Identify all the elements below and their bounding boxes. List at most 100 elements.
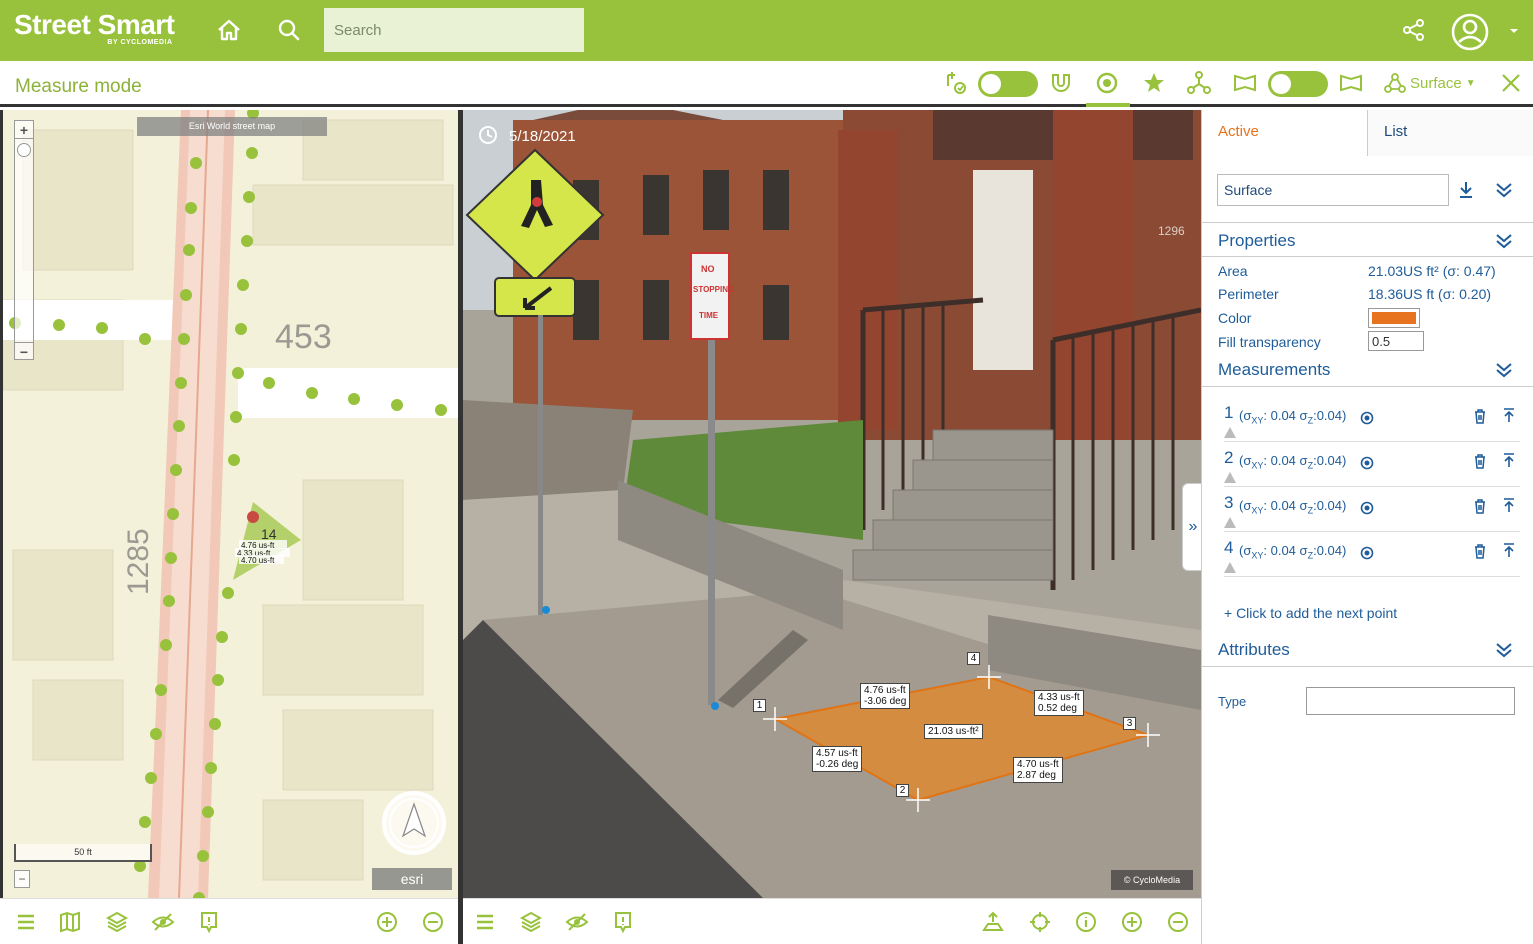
date-history-icon[interactable]: [477, 124, 499, 146]
point-number-3[interactable]: 3: [1123, 717, 1136, 730]
star-measure-icon[interactable]: [1141, 70, 1167, 96]
menu-icon[interactable]: [14, 910, 38, 934]
divider: [1202, 256, 1533, 257]
brand-name: Street Smart: [14, 9, 175, 40]
visibility-off-icon[interactable]: [151, 910, 175, 934]
trash-icon[interactable]: [1473, 453, 1487, 469]
target-icon[interactable]: [1360, 456, 1374, 470]
layers-icon[interactable]: [519, 910, 543, 934]
map-zoom-in-button[interactable]: +: [15, 121, 33, 139]
search-icon[interactable]: [275, 16, 303, 44]
measurement-point-row[interactable]: 3 (σXY: 0.04 σZ:0.04): [1224, 487, 1520, 532]
trash-icon[interactable]: [1473, 408, 1487, 424]
trash-icon[interactable]: [1473, 498, 1487, 514]
report-icon[interactable]: [197, 910, 221, 934]
compass-icon[interactable]: [381, 790, 447, 856]
map-zoom-handle[interactable]: [17, 143, 31, 157]
property-color-label: Color: [1218, 310, 1252, 326]
chevron-double-down-icon[interactable]: [1494, 182, 1514, 198]
chevron-double-down-icon[interactable]: [1494, 642, 1514, 658]
download-icon[interactable]: [1458, 180, 1474, 200]
attributes-title[interactable]: Attributes: [1218, 640, 1290, 660]
home-icon[interactable]: [215, 16, 243, 44]
zoom-in-icon[interactable]: [375, 910, 399, 934]
property-fill-transparency-label: Fill transparency: [1218, 334, 1321, 350]
map-pane[interactable]: 453 1285 14 4.76 us-ft 4.33 us-ft 4.70 u…: [0, 110, 458, 898]
sigma-xy-sub: XY: [1251, 460, 1264, 471]
info-icon[interactable]: [1074, 910, 1098, 934]
property-area-label: Area: [1218, 263, 1248, 279]
tab-list[interactable]: List: [1368, 110, 1533, 156]
menu-icon[interactable]: [473, 910, 497, 934]
measure-toolbar: Measure mode Surface ▼: [0, 61, 1533, 107]
chevron-double-down-icon[interactable]: [1494, 362, 1514, 378]
measurement-name-input[interactable]: [1217, 174, 1449, 206]
map-street-number-453: 453: [275, 318, 332, 356]
point-precision: (σXY: 0.04 σZ:0.04): [1239, 408, 1347, 426]
move-to-top-icon[interactable]: [1502, 452, 1516, 468]
point-number-4[interactable]: 4: [967, 652, 980, 665]
smart-click-toggle[interactable]: [978, 71, 1038, 97]
properties-title[interactable]: Properties: [1218, 231, 1295, 251]
sigma-xy-value: 0.04: [1270, 408, 1296, 423]
magnet-icon[interactable]: [1048, 70, 1074, 96]
surface-left-icon[interactable]: [1232, 70, 1258, 96]
target-icon[interactable]: [1360, 546, 1374, 560]
measurement-point-row[interactable]: 4 (σXY: 0.04 σZ:0.04): [1224, 532, 1520, 577]
locate-icon[interactable]: [1028, 910, 1052, 934]
sigma-z-symbol: σ: [1299, 543, 1308, 558]
search-input[interactable]: [324, 8, 584, 52]
zoom-out-icon[interactable]: [421, 910, 445, 934]
panel-expand-button[interactable]: »: [1182, 483, 1201, 571]
trash-icon[interactable]: [1473, 543, 1487, 559]
visibility-off-icon[interactable]: [565, 910, 589, 934]
cyclomedia-copyright: © CycloMedia: [1111, 870, 1193, 890]
surface-right-icon[interactable]: [1338, 70, 1364, 96]
smart-click-icon[interactable]: [943, 70, 969, 96]
capture-date[interactable]: 5/18/2021: [509, 128, 576, 145]
user-avatar-icon[interactable]: [1450, 12, 1490, 52]
map-collapse-button[interactable]: −: [14, 870, 30, 888]
point-number-2[interactable]: 2: [896, 784, 909, 797]
map-zoom-slider[interactable]: + −: [14, 120, 34, 360]
zoom-out-icon[interactable]: [1166, 910, 1190, 934]
layers-icon[interactable]: [105, 910, 129, 934]
close-icon[interactable]: [1498, 70, 1524, 96]
report-icon[interactable]: [611, 910, 635, 934]
measurements-title[interactable]: Measurements: [1218, 360, 1330, 380]
elevation-icon[interactable]: [981, 910, 1005, 934]
zoom-in-icon[interactable]: [1120, 910, 1144, 934]
map-icon[interactable]: [58, 910, 82, 934]
brand-logo: Street Smart BY CYCLOMEDIA: [14, 9, 175, 47]
sigma-z-symbol: σ: [1299, 453, 1308, 468]
chevron-down-icon[interactable]: [1508, 27, 1520, 35]
point-number-1[interactable]: 1: [753, 699, 766, 712]
measurement-point-row[interactable]: 1 (σXY: 0.04 σZ:0.04): [1224, 397, 1520, 442]
surface-toggle[interactable]: [1268, 71, 1328, 97]
chevron-double-down-icon[interactable]: [1494, 233, 1514, 249]
sigma-z-sub: Z: [1307, 460, 1314, 471]
color-picker[interactable]: [1368, 308, 1420, 328]
street-map[interactable]: 453 1285 14 4.76 us-ft 4.33 us-ft 4.70 u…: [3, 110, 458, 898]
target-icon[interactable]: [1360, 501, 1374, 515]
type-input[interactable]: [1306, 687, 1515, 715]
add-next-point-link[interactable]: + Click to add the next point: [1224, 605, 1397, 621]
target-icon[interactable]: [1360, 411, 1374, 425]
line-measure-icon[interactable]: [1186, 70, 1212, 96]
move-to-top-icon[interactable]: [1502, 407, 1516, 423]
sigma-z-symbol: σ: [1299, 498, 1308, 513]
panorama-viewer[interactable]: 1296 NO STOPPING TIME 5/18/2021 4.76 us-…: [463, 110, 1201, 898]
property-perimeter-label: Perimeter: [1218, 286, 1279, 302]
fill-transparency-input[interactable]: [1368, 331, 1424, 351]
street-photo[interactable]: 1296 NO STOPPING TIME: [463, 110, 1201, 898]
measurement-point-row[interactable]: 2 (σXY: 0.04 σZ:0.04): [1224, 442, 1520, 487]
point-number: 1: [1224, 403, 1234, 422]
move-to-top-icon[interactable]: [1502, 497, 1516, 513]
sigma-xy-sub: XY: [1251, 550, 1264, 561]
move-to-top-icon[interactable]: [1502, 542, 1516, 558]
share-icon[interactable]: [1400, 16, 1428, 44]
point-measure-icon[interactable]: [1094, 70, 1120, 96]
map-zoom-out-button[interactable]: −: [15, 342, 33, 360]
tab-active[interactable]: Active: [1202, 110, 1368, 156]
surface-dropdown[interactable]: Surface ▼: [1384, 73, 1476, 93]
